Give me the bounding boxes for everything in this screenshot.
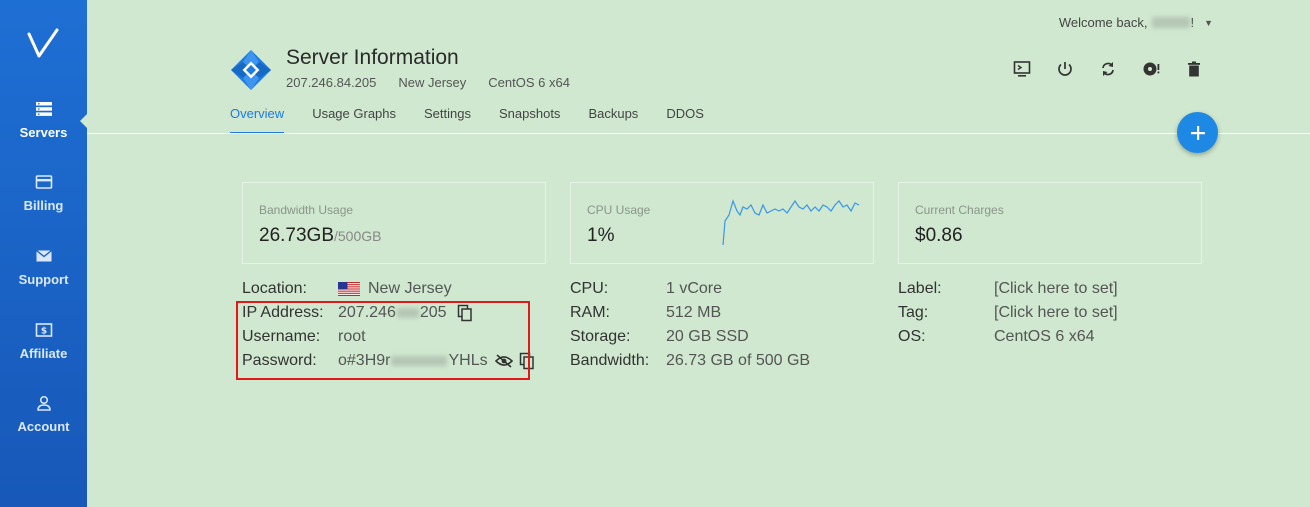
tab-overview[interactable]: Overview <box>230 106 285 134</box>
reinstall-button[interactable] <box>1140 58 1183 80</box>
sidebar-item-support[interactable]: Support <box>0 247 87 307</box>
bandwidth-label: Bandwidth: <box>570 352 650 369</box>
tab-settings[interactable]: Settings <box>424 106 471 134</box>
highlight-box <box>236 301 530 380</box>
mail-icon <box>35 249 52 262</box>
storage-value: 20 GB SSD <box>666 328 749 345</box>
sidebar-item-label: Support <box>18 272 69 287</box>
vultr-logo[interactable] <box>27 28 61 60</box>
card-value: 1% <box>587 225 615 246</box>
caret-down-icon: ▼ <box>1204 17 1213 28</box>
ram-value: 512 MB <box>666 304 722 321</box>
bandwidth-usage-card: Bandwidth Usage 26.73GB/500GB <box>242 182 546 264</box>
tag-label: Tag: <box>898 304 929 321</box>
sidebar-item-label: Account <box>17 419 70 434</box>
restart-icon <box>1102 62 1114 76</box>
label-label: Label: <box>898 280 942 297</box>
sidebar-item-billing[interactable]: Billing <box>0 173 87 233</box>
svg-text:$: $ <box>40 327 46 337</box>
add-server-button[interactable] <box>1177 112 1218 153</box>
sidebar-item-label: Servers <box>19 125 68 140</box>
bandwidth-row: Bandwidth: 26.73 GB of 500 GB <box>570 352 810 369</box>
delete-button[interactable] <box>1183 58 1226 80</box>
storage-row: Storage: 20 GB SSD <box>570 328 749 345</box>
current-charges-card: Current Charges $0.86 <box>898 182 1202 264</box>
sidebar-item-affiliate[interactable]: $ Affiliate <box>0 321 87 381</box>
os-label: OS: <box>898 328 926 345</box>
cpu-sparkline <box>722 199 860 246</box>
card-value: 26.73GB/500GB <box>259 225 381 247</box>
cpu-row: CPU: 1 vCore <box>570 280 722 297</box>
server-subtitle: 207.246.84.205 New Jersey CentOS 6 x64 <box>286 75 570 90</box>
set-label-link[interactable]: [Click here to set] <box>994 280 1118 298</box>
tab-backups[interactable]: Backups <box>588 106 638 134</box>
tab-usage-graphs[interactable]: Usage Graphs <box>312 106 396 134</box>
page-title: Server Information <box>286 46 459 69</box>
card-label: Current Charges <box>915 203 1004 217</box>
label-row: Label: [Click here to set] <box>898 280 1118 297</box>
header-divider <box>87 133 1310 134</box>
cpu-value: 1 vCore <box>666 280 723 297</box>
ram-label: RAM: <box>570 304 610 321</box>
location-value-wrap: New Jersey <box>338 280 452 298</box>
server-logo-icon <box>231 50 271 90</box>
server-actions <box>1011 58 1226 80</box>
bandwidth-link[interactable]: 26.73 GB of 500 GB <box>666 352 810 370</box>
console-button[interactable] <box>1011 58 1054 80</box>
server-location: New Jersey <box>398 75 467 90</box>
console-icon <box>1013 61 1031 77</box>
restart-button[interactable] <box>1097 58 1140 80</box>
bandwidth-used: 26.73GB <box>259 225 334 246</box>
tag-row: Tag: [Click here to set] <box>898 304 1118 321</box>
reinstall-icon <box>1143 62 1160 76</box>
storage-label: Storage: <box>570 328 631 345</box>
location-label: Location: <box>242 280 307 297</box>
power-button[interactable] <box>1054 58 1097 80</box>
active-indicator <box>80 113 88 129</box>
card-value: $0.86 <box>915 225 963 246</box>
card-label: Bandwidth Usage <box>259 203 354 217</box>
servers-icon <box>35 102 52 116</box>
server-ip: 207.246.84.205 <box>286 75 377 90</box>
sidebar: Servers Billing Support $ Affiliate Acco… <box>0 0 87 507</box>
card-label: CPU Usage <box>587 203 651 217</box>
tab-ddos[interactable]: DDOS <box>666 106 704 134</box>
cpu-usage-card: CPU Usage 1% <box>570 182 874 264</box>
user-menu[interactable]: Welcome back, ! ▼ <box>1059 15 1213 30</box>
redacted-username <box>1152 17 1191 28</box>
welcome-text: Welcome back, <box>1058 15 1148 30</box>
sidebar-item-label: Affiliate <box>19 346 68 361</box>
sidebar-item-account[interactable]: Account <box>0 394 87 454</box>
sidebar-item-servers[interactable]: Servers <box>0 100 87 160</box>
server-os: CentOS 6 x64 <box>488 75 570 90</box>
os-row: OS: CentOS 6 x64 <box>898 328 1095 345</box>
trash-icon <box>1188 61 1200 77</box>
power-icon <box>1058 62 1072 76</box>
us-flag-icon <box>338 282 360 296</box>
welcome-suffix: ! <box>1190 15 1195 30</box>
sidebar-item-label: Billing <box>23 198 64 213</box>
server-tabs: Overview Usage Graphs Settings Snapshots… <box>230 106 732 134</box>
tab-snapshots[interactable]: Snapshots <box>499 106 560 134</box>
ram-row: RAM: 512 MB <box>570 304 721 321</box>
set-tag-link[interactable]: [Click here to set] <box>994 304 1118 322</box>
location-row: Location: New Jersey <box>242 280 452 297</box>
location-value: New Jersey <box>368 280 452 297</box>
os-value: CentOS 6 x64 <box>994 328 1095 345</box>
bandwidth-limit: /500GB <box>334 228 382 244</box>
user-icon <box>36 395 51 411</box>
cpu-label: CPU: <box>570 280 609 297</box>
plus-icon <box>1190 125 1205 140</box>
billing-icon <box>35 175 52 189</box>
affiliate-icon: $ <box>35 323 52 337</box>
